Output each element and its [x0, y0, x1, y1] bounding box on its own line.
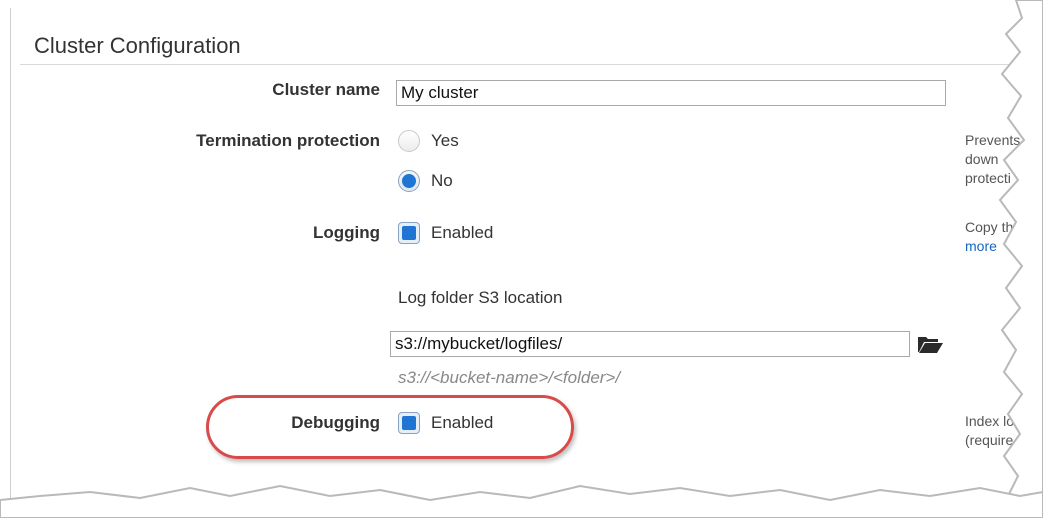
torn-edge-overlay	[0, 0, 1043, 518]
torn-bottom-edge	[0, 484, 1043, 518]
torn-right-edge	[998, 0, 1043, 518]
